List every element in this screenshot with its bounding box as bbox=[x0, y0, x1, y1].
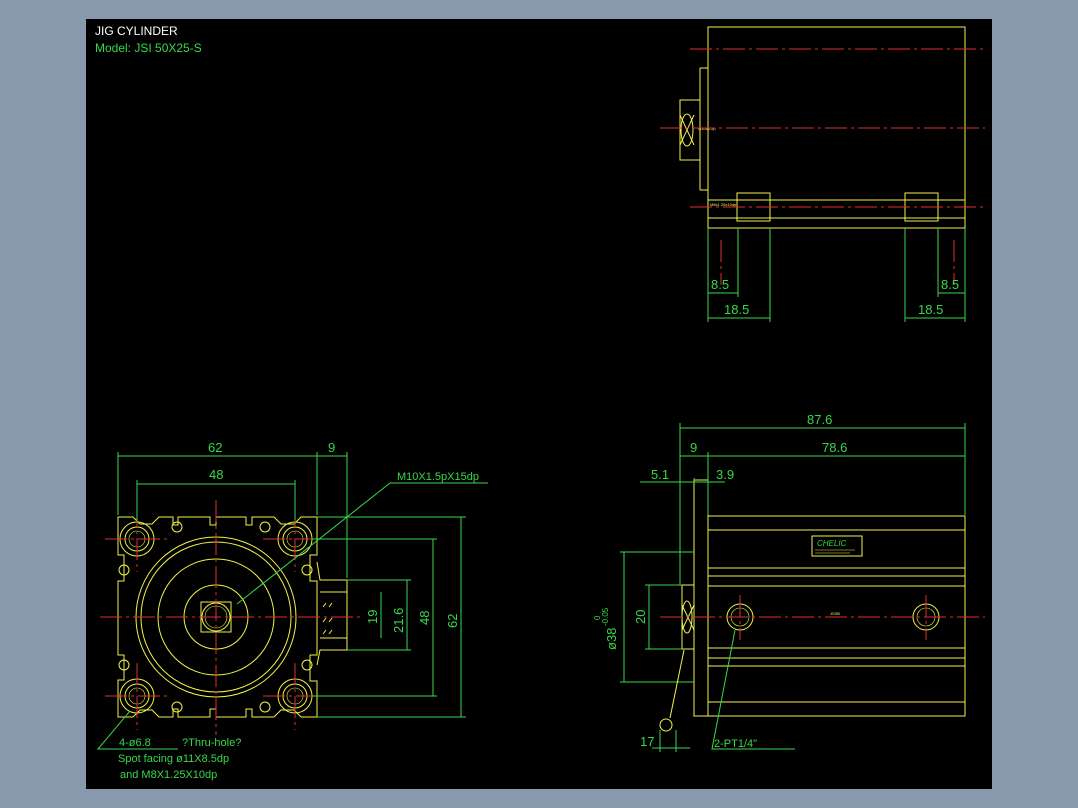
dim-17: 17 bbox=[640, 734, 654, 749]
thread-leader bbox=[236, 482, 488, 605]
model-label: Model: JSI 50X25-S bbox=[95, 41, 202, 55]
dim-48-top: 48 bbox=[209, 467, 223, 482]
dim-87-6: 87.6 bbox=[807, 412, 832, 427]
dim-19: 19 bbox=[365, 610, 380, 624]
hole-callout-1: 4-ø6.8 bbox=[119, 737, 151, 749]
dim-18-5-left: 18.5 bbox=[724, 302, 749, 317]
dim-21-6: 21.6 bbox=[391, 608, 406, 633]
dim-8-5-left: 8.5 bbox=[711, 277, 729, 292]
svg-text:JSI50: JSI50 bbox=[830, 611, 841, 616]
port-callout: 2-PT1/4" bbox=[714, 738, 757, 750]
drawing-title: JIG CYLINDER bbox=[95, 24, 178, 38]
svg-text:M8x1.25x10dp: M8x1.25x10dp bbox=[710, 202, 737, 207]
dim-9-side: 9 bbox=[690, 440, 697, 455]
brand-label: CHELIC bbox=[817, 539, 847, 548]
dim-62-side: 62 bbox=[445, 614, 460, 628]
hole-callout-1b: ?Thru-hole? bbox=[182, 737, 241, 749]
dim-20: 20 bbox=[633, 610, 648, 624]
dim-3-9: 3.9 bbox=[716, 467, 734, 482]
dim-9-top: 9 bbox=[328, 440, 335, 455]
title-block: JIG CYLINDER Model: JSI 50X25-S bbox=[95, 24, 202, 55]
hole-callout-3: and M8X1.25X10dp bbox=[120, 769, 217, 781]
dim-5-1: 5.1 bbox=[651, 467, 669, 482]
top-view: M10x1.5p M8x1.25x10dp 8.5 18.5 8.5 18.5 bbox=[660, 26, 985, 322]
bore-diameter: ø38 bbox=[604, 628, 619, 650]
dim-48-side: 48 bbox=[417, 611, 432, 625]
top-view-rod-end bbox=[679, 99, 701, 161]
bore-tol-lower: -0.05 bbox=[601, 607, 610, 626]
dim-18-5-right: 18.5 bbox=[918, 302, 943, 317]
dim-62-top: 62 bbox=[208, 440, 222, 455]
cad-drawing: JIG CYLINDER Model: JSI 50X25-S M10x1.5p… bbox=[95, 24, 985, 781]
hole-callout-2: Spot facing ø11X8.5dp bbox=[118, 753, 229, 765]
thread-callout: M10X1.5pX15dp bbox=[397, 471, 479, 483]
side-view: CHELIC JSI50 87.6 9 78.6 5.1 3.9 20 ø38 … bbox=[593, 412, 985, 752]
dim-8-5-right: 8.5 bbox=[941, 277, 959, 292]
front-view: 62 9 48 62 48 21.6 19 M10X1.5pX15dp 4-ø6… bbox=[96, 440, 488, 781]
dim-78-6: 78.6 bbox=[822, 440, 847, 455]
